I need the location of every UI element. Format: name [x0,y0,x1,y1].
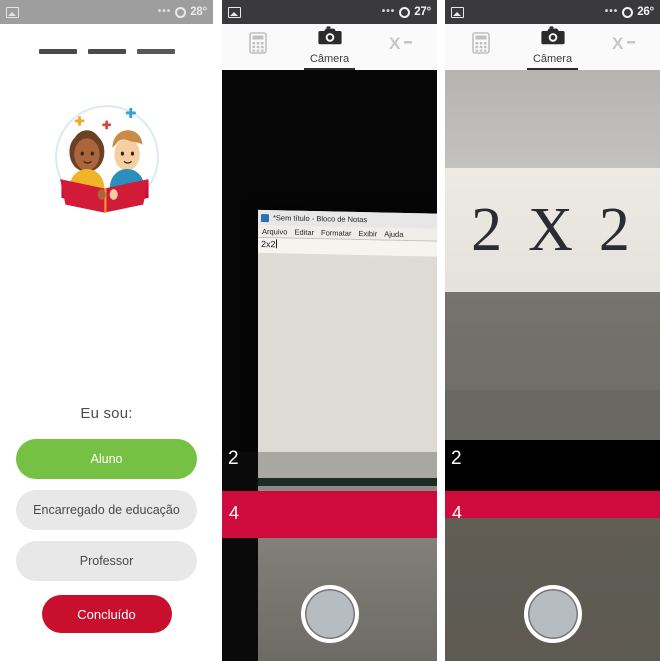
wall-background [445,70,660,168]
progress-dashes [38,49,175,54]
tab-solve[interactable]: X [588,24,660,70]
laptop-screen-capture: *Sem título - Bloco de Notas Arquivo Edi… [258,209,437,499]
overlay-digit: 2 [451,448,462,469]
camera-viewfinder[interactable]: 2 X 2 2 4 [445,70,660,661]
solve-x-icon: X [389,32,413,59]
handwritten-term-1: 2 [471,195,507,264]
status-bar-left [228,6,241,18]
shutter-stage [222,518,437,661]
done-button[interactable]: Concluído [41,595,172,633]
notepad-text-value: 2x2 [261,238,276,250]
menu-item-ajuda[interactable]: Ajuda [384,229,403,238]
tab-camera[interactable]: Câmera [517,24,589,70]
page-title: Eu sou: [80,405,133,422]
photo-icon [451,6,464,18]
shutter-button[interactable] [523,585,582,643]
tab-camera-label: Câmera [532,53,573,65]
tab-calculator[interactable] [222,24,294,70]
status-bar: ••• 28° [0,0,213,24]
progress-dash-3 [136,49,175,54]
shutter-button[interactable] [300,585,359,643]
photo-icon [228,6,241,18]
status-bar-left [6,6,19,18]
panel-divider-1 [213,0,222,661]
phone-panel-camera-handwriting: ••• 26° Câmera X 2 X 2 2 4 [445,0,660,661]
phone-panel-onboarding: ••• 28° Eu sou: Aluno Encarregado de edu… [0,0,213,661]
table-surface [258,452,437,480]
more-dots-icon: ••• [381,6,396,17]
text-caret [275,239,277,249]
two-students-reading-books-illustration [40,90,174,224]
solve-x-icon: X [612,32,636,59]
notepad-title-label: *Sem título - Bloco de Notas [273,213,368,225]
camera-icon [540,26,565,51]
menu-item-editar[interactable]: Editar [294,227,314,236]
status-bar: ••• 27° [222,0,437,24]
tab-calculator[interactable] [445,24,517,70]
tab-camera-label: Câmera [309,53,350,65]
role-options: Aluno Encarregado de educação Professor [0,439,213,581]
mode-tabbar: Câmera X [222,24,437,70]
surface-shadow [445,390,660,440]
temperature-label: 28° [190,6,207,18]
temperature-label: 27° [414,6,431,18]
role-option-aluno[interactable]: Aluno [16,439,197,479]
photo-icon [6,6,19,18]
svg-text:X: X [389,34,401,53]
notepad-app-icon [261,213,269,222]
mode-tabbar: Câmera X [445,24,660,70]
camera-viewfinder[interactable]: *Sem título - Bloco de Notas Arquivo Edi… [222,70,437,661]
phone-panel-camera-notepad: ••• 27° Câmera X *Sem título - Bloco de … [222,0,437,661]
table-edge [258,478,437,486]
panel-divider-2 [437,0,445,661]
three-phone-screenshots: ••• 28° Eu sou: Aluno Encarregado de edu… [0,0,660,661]
overlay-digit: 2 [228,448,239,469]
menu-item-arquivo[interactable]: Arquivo [262,226,287,236]
temperature-label: 26° [637,6,654,18]
tab-solve[interactable]: X [365,24,437,70]
role-option-professor[interactable]: Professor [16,541,197,581]
more-dots-icon: ••• [604,6,619,17]
status-bar-right: ••• 28° [157,6,208,18]
menu-item-formatar[interactable]: Formatar [321,228,351,238]
handwritten-equation: 2 X 2 [445,170,660,290]
status-bar-left [451,6,464,18]
more-dots-icon: ••• [157,6,172,17]
weather-circle-icon [175,6,187,18]
progress-dash-2 [87,49,126,54]
status-bar-right: ••• 26° [604,6,655,18]
status-bar-right: ••• 27° [381,6,432,18]
handwritten-operator: X [528,195,577,264]
role-option-encarregado[interactable]: Encarregado de educação [16,490,197,530]
weather-circle-icon [622,6,634,18]
status-bar: ••• 26° [445,0,660,24]
shutter-stage [445,518,660,661]
onboarding-body: Eu sou: Aluno Encarregado de educação Pr… [0,24,213,661]
weather-circle-icon [399,6,411,18]
menu-item-exibir[interactable]: Exibir [358,229,377,238]
tab-camera[interactable]: Câmera [294,24,366,70]
calculator-icon [472,32,490,59]
svg-text:X: X [612,34,624,53]
progress-dash-1 [38,49,77,54]
calculator-icon [249,32,267,59]
camera-icon [317,26,342,51]
handwritten-term-2: 2 [598,195,634,264]
